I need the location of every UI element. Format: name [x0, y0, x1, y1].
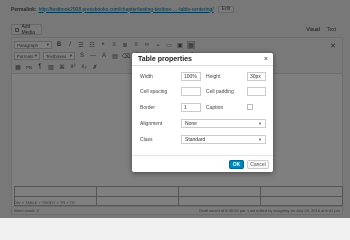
border-label: Border — [140, 105, 156, 111]
caption-label: Caption — [206, 105, 224, 111]
width-input[interactable]: 100% — [181, 72, 201, 81]
cell-spacing-label: Cell spacing — [140, 89, 168, 95]
cell-spacing-input[interactable] — [181, 87, 201, 96]
dialog-footer: OK Cancel — [132, 155, 273, 172]
cell-padding-label: Cell padding — [206, 89, 234, 95]
height-label: Height — [206, 74, 221, 80]
chevron-down-icon: ▼ — [258, 121, 262, 126]
class-label: Class — [140, 137, 153, 143]
dialog-title: Table properties — [138, 55, 192, 63]
class-select-value: Standard — [185, 136, 206, 143]
caption-checkbox[interactable] — [247, 104, 253, 110]
cancel-button[interactable]: Cancel — [247, 160, 269, 169]
dialog-header: Table properties × — [132, 53, 273, 66]
class-select[interactable]: Standard ▼ — [181, 135, 266, 144]
table-properties-dialog: Table properties × Width 100% Height 30p… — [132, 53, 273, 172]
ok-button[interactable]: OK — [229, 160, 244, 169]
alignment-label: Alignment — [140, 121, 163, 127]
height-input[interactable]: 30px — [247, 72, 266, 81]
cell-padding-input[interactable] — [247, 87, 266, 96]
chevron-down-icon: ▼ — [258, 137, 262, 142]
alignment-select[interactable]: None ▼ — [181, 119, 266, 128]
width-label: Width — [140, 74, 153, 80]
close-icon[interactable]: × — [264, 56, 268, 63]
border-input[interactable]: 1 — [181, 103, 201, 112]
alignment-select-value: None — [185, 120, 197, 127]
